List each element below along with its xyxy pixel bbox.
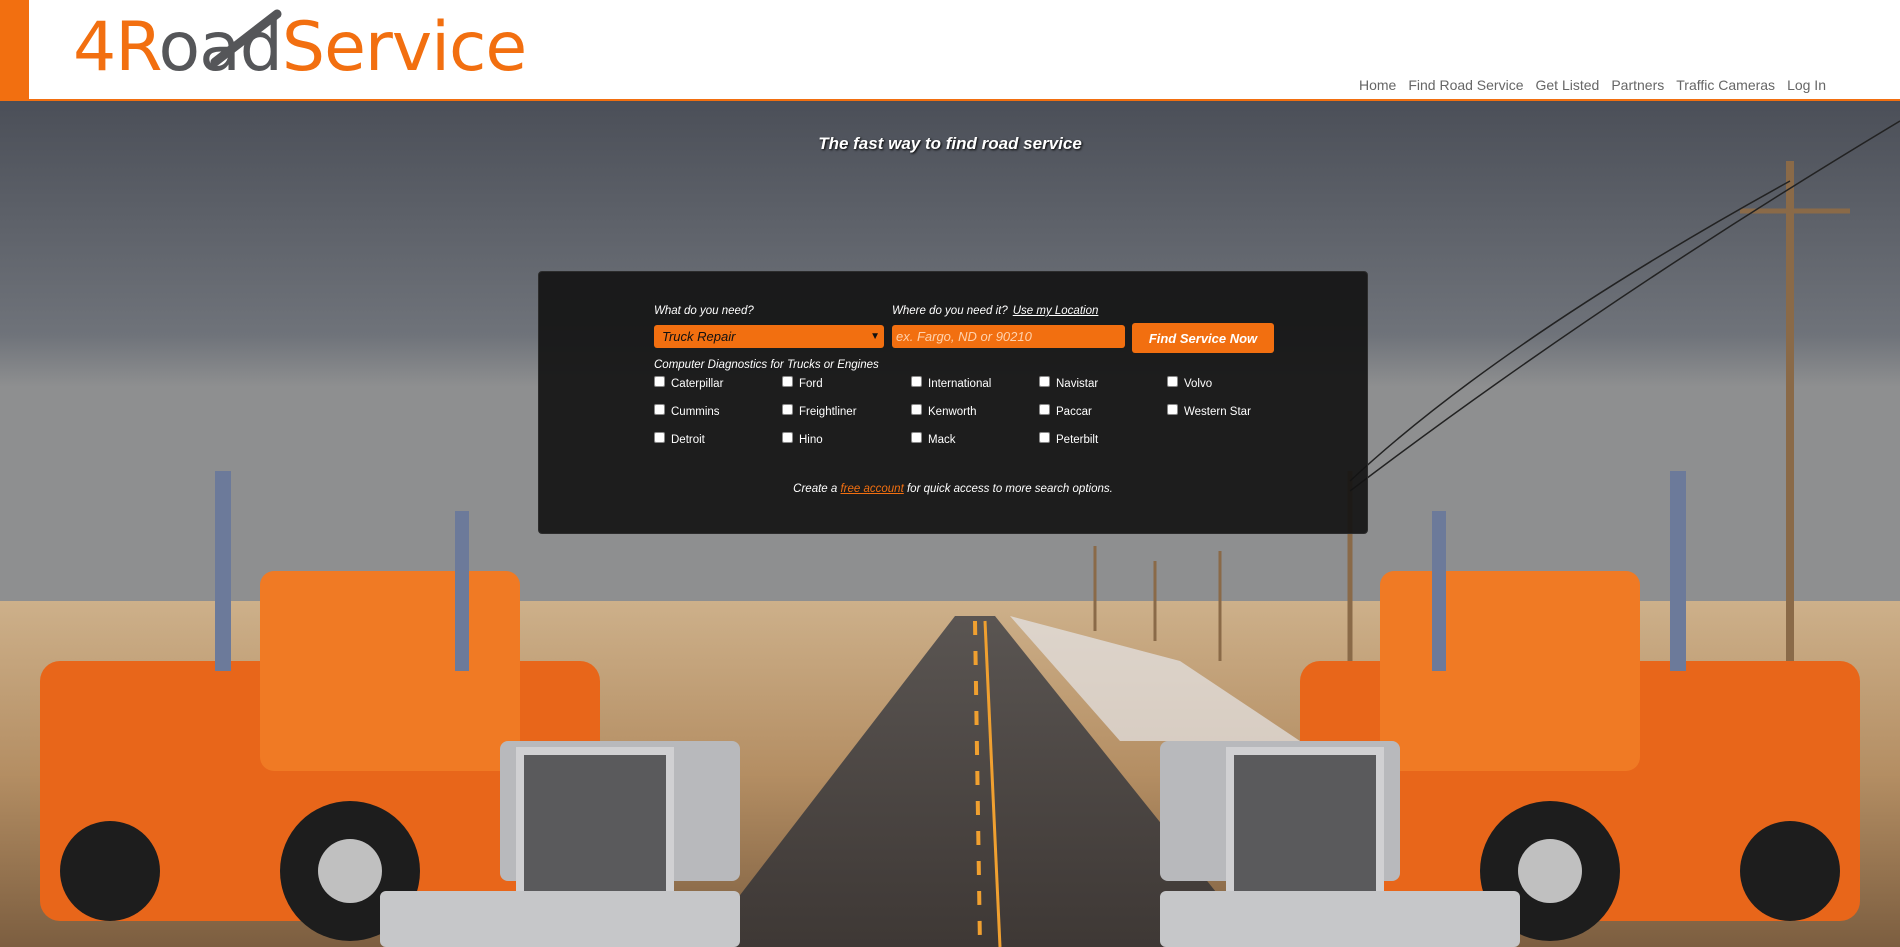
brand-option-peterbilt[interactable]: Peterbilt bbox=[1039, 432, 1098, 446]
checkbox[interactable] bbox=[1167, 376, 1178, 387]
checkbox[interactable] bbox=[1039, 404, 1050, 415]
nav-traffic-cameras[interactable]: Traffic Cameras bbox=[1676, 77, 1775, 93]
checkbox[interactable] bbox=[1039, 432, 1050, 443]
chevron-down-icon: ▼ bbox=[870, 331, 880, 342]
diagnostics-title: Computer Diagnostics for Trucks or Engin… bbox=[654, 359, 879, 371]
brand-option-western-star[interactable]: Western Star bbox=[1167, 404, 1251, 418]
checkbox[interactable] bbox=[911, 404, 922, 415]
checkbox[interactable] bbox=[654, 432, 665, 443]
brand-option-international[interactable]: International bbox=[911, 376, 991, 390]
nav-log-in[interactable]: Log In bbox=[1787, 77, 1826, 93]
site-logo[interactable]: 4RoadService bbox=[73, 2, 527, 94]
brand-option-ford[interactable]: Ford bbox=[782, 376, 823, 390]
brand-option-mack[interactable]: Mack bbox=[911, 432, 955, 446]
brand-option-caterpillar[interactable]: Caterpillar bbox=[654, 376, 723, 390]
checkbox[interactable] bbox=[1039, 376, 1050, 387]
checkbox[interactable] bbox=[911, 432, 922, 443]
use-my-location-link[interactable]: Use my Location bbox=[1013, 305, 1099, 317]
checkbox[interactable] bbox=[654, 376, 665, 387]
brand-option-detroit[interactable]: Detroit bbox=[654, 432, 705, 446]
main-nav: Home Find Road Service Get Listed Partne… bbox=[1359, 77, 1826, 93]
location-input[interactable] bbox=[892, 325, 1125, 348]
brand-option-paccar[interactable]: Paccar bbox=[1039, 404, 1092, 418]
nav-find-road-service[interactable]: Find Road Service bbox=[1408, 77, 1523, 93]
wrench-icon bbox=[210, 9, 282, 67]
nav-get-listed[interactable]: Get Listed bbox=[1536, 77, 1600, 93]
need-label: What do you need? bbox=[654, 305, 754, 317]
brand-option-kenworth[interactable]: Kenworth bbox=[911, 404, 977, 418]
checkbox[interactable] bbox=[911, 376, 922, 387]
site-header: 4RoadService Home Find Road Service Get … bbox=[0, 0, 1900, 101]
checkbox[interactable] bbox=[1167, 404, 1178, 415]
brand-option-freightliner[interactable]: Freightliner bbox=[782, 404, 857, 418]
brand-option-cummins[interactable]: Cummins bbox=[654, 404, 720, 418]
where-label: Where do you need it? Use my Location bbox=[892, 305, 1099, 317]
create-account-text: Create a free account for quick access t… bbox=[793, 483, 1113, 495]
brand-option-navistar[interactable]: Navistar bbox=[1039, 376, 1098, 390]
service-type-select[interactable]: Truck Repair ▼ bbox=[654, 325, 884, 348]
checkbox[interactable] bbox=[654, 404, 665, 415]
checkbox[interactable] bbox=[782, 432, 793, 443]
brand-option-hino[interactable]: Hino bbox=[782, 432, 823, 446]
header-accent-bar bbox=[0, 0, 29, 100]
free-account-link[interactable]: free account bbox=[840, 483, 903, 495]
find-service-now-button[interactable]: Find Service Now bbox=[1132, 323, 1274, 353]
nav-partners[interactable]: Partners bbox=[1611, 77, 1664, 93]
search-panel: What do you need? Where do you need it? U… bbox=[538, 271, 1368, 534]
nav-home[interactable]: Home bbox=[1359, 77, 1396, 93]
hero-tagline: The fast way to find road service bbox=[818, 134, 1082, 153]
checkbox[interactable] bbox=[782, 376, 793, 387]
brand-option-volvo[interactable]: Volvo bbox=[1167, 376, 1212, 390]
hero-banner: The fast way to find road service What d… bbox=[0, 101, 1900, 947]
checkbox[interactable] bbox=[782, 404, 793, 415]
